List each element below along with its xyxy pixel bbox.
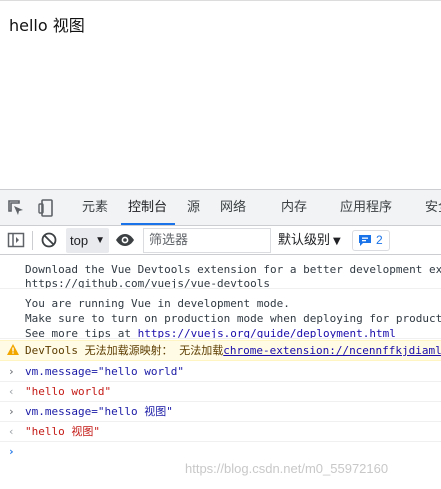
chevron-left-icon: ‹ <box>8 425 15 438</box>
deployment-guide-link[interactable]: https://vuejs.org/guide/deployment.html <box>138 327 396 338</box>
device-toolbar-icon[interactable] <box>37 198 57 218</box>
chevron-down-icon: ▼ <box>333 236 341 247</box>
devtools-tabbar: 元素 控制台 源 网络 内存 应用程序 安全 <box>0 190 441 226</box>
console-toolbar: top ▼ 默认级别▼ 2 <box>0 226 441 255</box>
console-warning: DevTools 无法加载源映射： 无法加载chrome-extension:/… <box>0 340 441 361</box>
chevron-left-icon: ‹ <box>8 385 15 398</box>
page-heading: hello 视图 <box>9 16 85 35</box>
eye-icon[interactable] <box>115 231 135 249</box>
tab-security[interactable]: 安全 <box>425 190 441 225</box>
log-level-selector[interactable]: 默认级别 ▼ <box>278 228 341 253</box>
tab-network[interactable]: 网络 <box>220 190 246 225</box>
warning-text: DevTools 无法加载源映射： 无法加载 <box>25 344 224 357</box>
filter-input[interactable] <box>143 228 271 253</box>
console-input-entry: › vm.message="hello world" <box>0 362 441 382</box>
console-message: You are running Vue in development mode.… <box>0 289 441 339</box>
inspect-element-icon[interactable] <box>6 198 26 218</box>
output-value: "hello world" <box>25 385 112 398</box>
console-message: Download the Vue Devtools extension for … <box>0 255 441 289</box>
input-code: vm.message="hello world" <box>25 365 184 378</box>
chevron-right-icon: › <box>8 405 15 418</box>
toolbar-divider <box>32 231 33 250</box>
tab-application[interactable]: 应用程序 <box>340 190 392 225</box>
devtools-panel: 元素 控制台 源 网络 内存 应用程序 安全 top ▼ 默认级别▼ <box>0 189 441 489</box>
message-text: Make sure to turn on production mode whe… <box>25 312 441 325</box>
tab-elements[interactable]: 元素 <box>82 190 108 225</box>
console-input-entry: › vm.message="hello 视图" <box>0 402 441 422</box>
console-output-entry: ‹ "hello world" <box>0 382 441 402</box>
input-code: vm.message="hello 视图" <box>25 405 173 418</box>
prompt-chevron-icon: › <box>8 445 15 458</box>
chevron-right-icon: › <box>8 365 15 378</box>
message-text: Download the Vue Devtools extension for … <box>25 263 441 276</box>
issues-icon <box>359 235 371 246</box>
source-map-link[interactable]: chrome-extension://ncennffkjdiamlpmcbajk… <box>223 344 441 357</box>
page-viewport: hello 视图 <box>0 0 441 189</box>
tab-sources[interactable]: 源 <box>187 190 200 225</box>
clear-console-icon[interactable] <box>40 231 58 249</box>
output-value: "hello 视图" <box>25 425 100 438</box>
issues-count: 2 <box>376 233 383 247</box>
tab-console[interactable]: 控制台 <box>128 190 167 225</box>
message-text: You are running Vue in development mode. <box>25 297 290 310</box>
chevron-down-icon: ▼ <box>95 235 105 246</box>
message-text: See more tips at <box>25 327 138 339</box>
warning-icon <box>7 344 19 355</box>
console-output: Download the Vue Devtools extension for … <box>0 255 441 489</box>
active-tab-indicator <box>121 223 175 225</box>
tab-memory[interactable]: 内存 <box>281 190 307 225</box>
context-selector[interactable]: top ▼ <box>66 228 109 253</box>
context-value: top <box>70 233 89 248</box>
devtools-link[interactable]: https://github.com/vuejs/vue-devtools <box>25 277 270 288</box>
issues-button[interactable]: 2 <box>352 230 390 251</box>
watermark: https://blog.csdn.net/m0_55972160 <box>185 461 389 476</box>
console-output-entry: ‹ "hello 视图" <box>0 422 441 442</box>
sidebar-toggle-icon[interactable] <box>7 231 25 249</box>
log-level-value: 默认级别 <box>278 233 331 248</box>
